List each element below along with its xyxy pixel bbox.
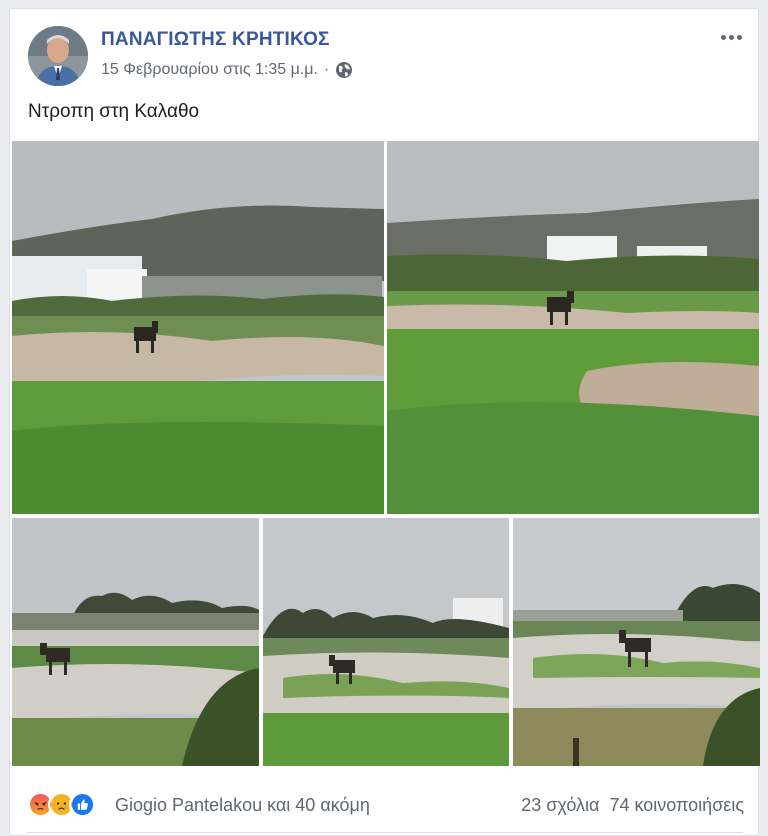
like-react-icon bbox=[69, 790, 96, 818]
avatar[interactable] bbox=[28, 26, 88, 86]
post-meta: 15 Φεβρουαρίου στις 1:35 μ.μ. · bbox=[101, 61, 353, 79]
more-options-icon[interactable] bbox=[716, 27, 746, 47]
photo-4[interactable] bbox=[263, 518, 509, 766]
post-footer: Giogio Pantelakou και 40 ακόμη 23 σχόλια… bbox=[10, 779, 760, 835]
timestamp[interactable]: 15 Φεβρουαρίου στις 1:35 μ.μ. bbox=[101, 61, 318, 79]
photo-1[interactable] bbox=[12, 141, 384, 514]
comments-count[interactable]: 23 σχόλια bbox=[521, 795, 599, 816]
reaction-names[interactable]: Giogio Pantelakou και 40 ακόμη bbox=[115, 795, 370, 816]
photo-2[interactable] bbox=[387, 141, 759, 514]
shares-count[interactable]: 74 κοινοποιήσεις bbox=[609, 795, 744, 816]
post-card: ΠΑΝΑΓΙΩΤΗΣ ΚΡΗΤΙΚΟΣ 15 Φεβρουαρίου στις … bbox=[9, 8, 760, 836]
divider bbox=[27, 832, 743, 833]
reaction-icons[interactable] bbox=[27, 789, 96, 819]
photo-3[interactable] bbox=[12, 518, 259, 766]
engagement-counts: 23 σχόλια 74 κοινοποιήσεις bbox=[521, 795, 744, 816]
avatar-image bbox=[28, 26, 88, 86]
post-text: Ντροπη στη Καλαθο bbox=[28, 101, 200, 122]
meta-separator: · bbox=[323, 61, 330, 78]
author-name[interactable]: ΠΑΝΑΓΙΩΤΗΣ ΚΡΗΤΙΚΟΣ bbox=[101, 29, 330, 51]
globe-icon[interactable] bbox=[335, 61, 353, 79]
photo-5[interactable] bbox=[513, 518, 760, 766]
